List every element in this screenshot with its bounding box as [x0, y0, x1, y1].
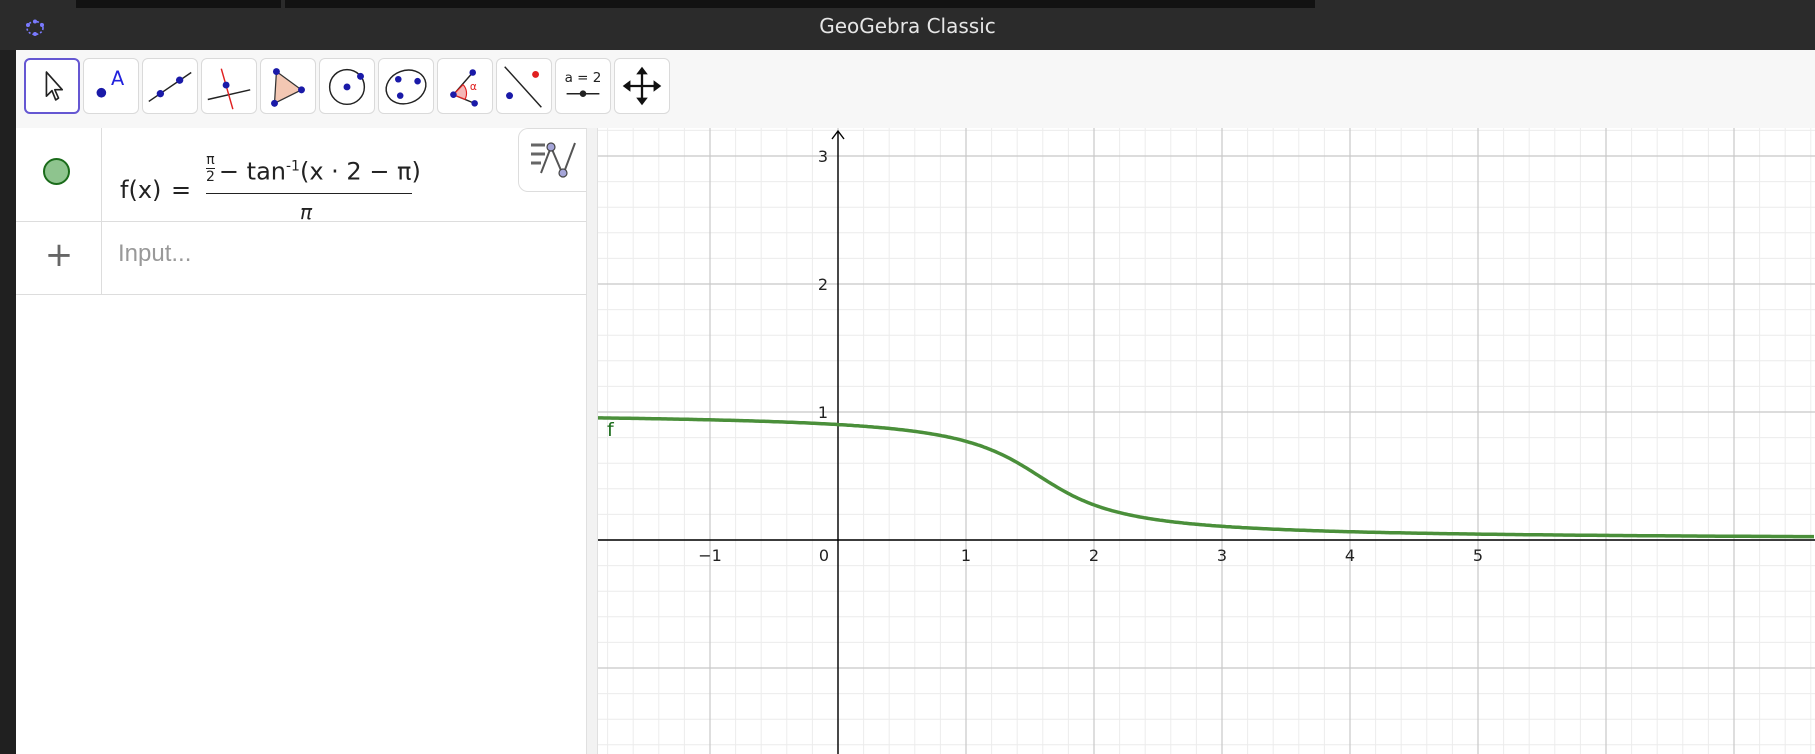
y-tick-label: 2	[818, 275, 828, 294]
algebra-input-row[interactable]: + Input...	[16, 222, 586, 295]
x-tick-label: 4	[1345, 546, 1355, 565]
x-tick-label: 5	[1473, 546, 1483, 565]
circle-with-center-icon	[328, 68, 366, 106]
fraction-numerator: π 2 − tan-1(x · 2 − π)	[206, 152, 421, 189]
svg-text:α: α	[470, 81, 477, 93]
tan-argument: (x · 2 − π)	[299, 157, 421, 186]
slider-icon: a = 2	[565, 70, 602, 97]
perpendicular-line-icon	[207, 68, 251, 110]
x-tick-label: 0	[819, 546, 829, 565]
x-tick-label: 3	[1217, 546, 1227, 565]
move-tool-button[interactable]	[24, 58, 80, 114]
pi-over-two: π 2	[206, 152, 215, 185]
function-lhs: f(x)	[120, 176, 162, 204]
visibility-column	[16, 128, 102, 221]
conic-tool-button[interactable]	[378, 58, 434, 114]
angle-tool-button[interactable]: α	[437, 58, 493, 114]
numerator-minus-tan: − tan	[218, 157, 286, 186]
reflect-tool-button[interactable]	[496, 58, 552, 114]
window-titlebar: GeoGebra Classic	[0, 0, 1815, 50]
polygon-icon	[271, 68, 305, 107]
slider-tool-button[interactable]: a = 2	[555, 58, 611, 114]
circle-tool-button[interactable]	[319, 58, 375, 114]
line-through-two-points-icon	[148, 71, 192, 103]
minor-grid	[598, 128, 1815, 754]
graphics-canvas[interactable]: −2−1012345123 f	[598, 128, 1815, 754]
window-left-edge	[0, 50, 16, 754]
equals-sign: =	[171, 176, 192, 204]
toolbar: A α a = 2	[16, 50, 1815, 129]
window-title: GeoGebra Classic	[819, 14, 996, 38]
two-small: 2	[206, 169, 215, 185]
visibility-toggle-marble[interactable]	[43, 158, 70, 185]
algebra-style-bar-toggle[interactable]	[518, 128, 586, 192]
x-tick-label: −1	[698, 546, 722, 565]
move-arrows-icon	[622, 66, 662, 106]
polygon-tool-button[interactable]	[260, 58, 316, 114]
pi-small: π	[206, 152, 215, 169]
svg-text:A: A	[111, 67, 125, 90]
input-plus-column: +	[16, 222, 102, 294]
x-tick-label: 1	[961, 546, 971, 565]
titlebar-tab-strip	[285, 0, 1315, 8]
ellipse-icon	[385, 69, 427, 105]
slider-tool-label: a = 2	[565, 70, 602, 86]
graphics-view[interactable]: −2−1012345123 f	[598, 128, 1815, 754]
angle-icon: α	[450, 69, 478, 107]
fraction-denominator: π	[300, 200, 313, 224]
algebra-input[interactable]: Input...	[118, 240, 191, 268]
titlebar-tab-strip	[76, 0, 281, 8]
move-graphics-view-tool-button[interactable]	[614, 58, 670, 114]
y-tick-label: 3	[818, 147, 828, 166]
fraction-bar	[206, 193, 412, 194]
y-tick-label: 1	[818, 403, 828, 422]
perpendicular-line-tool-button[interactable]	[201, 58, 257, 114]
algebra-description-icon	[531, 142, 576, 178]
reflect-about-line-icon	[504, 66, 542, 108]
inverse-superscript: -1	[286, 158, 300, 175]
arrow-pointer-icon	[45, 71, 64, 101]
major-grid	[598, 128, 1815, 754]
plus-icon[interactable]: +	[16, 238, 102, 272]
view-splitter[interactable]	[586, 128, 598, 754]
point-tool-button[interactable]: A	[83, 58, 139, 114]
algebra-view: f(x) = π 2 − tan-1(x · 2 − π) π + Input.…	[16, 128, 586, 754]
x-tick-label: 2	[1089, 546, 1099, 565]
algebra-item-f[interactable]: f(x) = π 2 − tan-1(x · 2 − π) π	[16, 128, 586, 224]
point-icon: A	[96, 67, 125, 98]
line-tool-button[interactable]	[142, 58, 198, 114]
axes	[598, 129, 1815, 754]
